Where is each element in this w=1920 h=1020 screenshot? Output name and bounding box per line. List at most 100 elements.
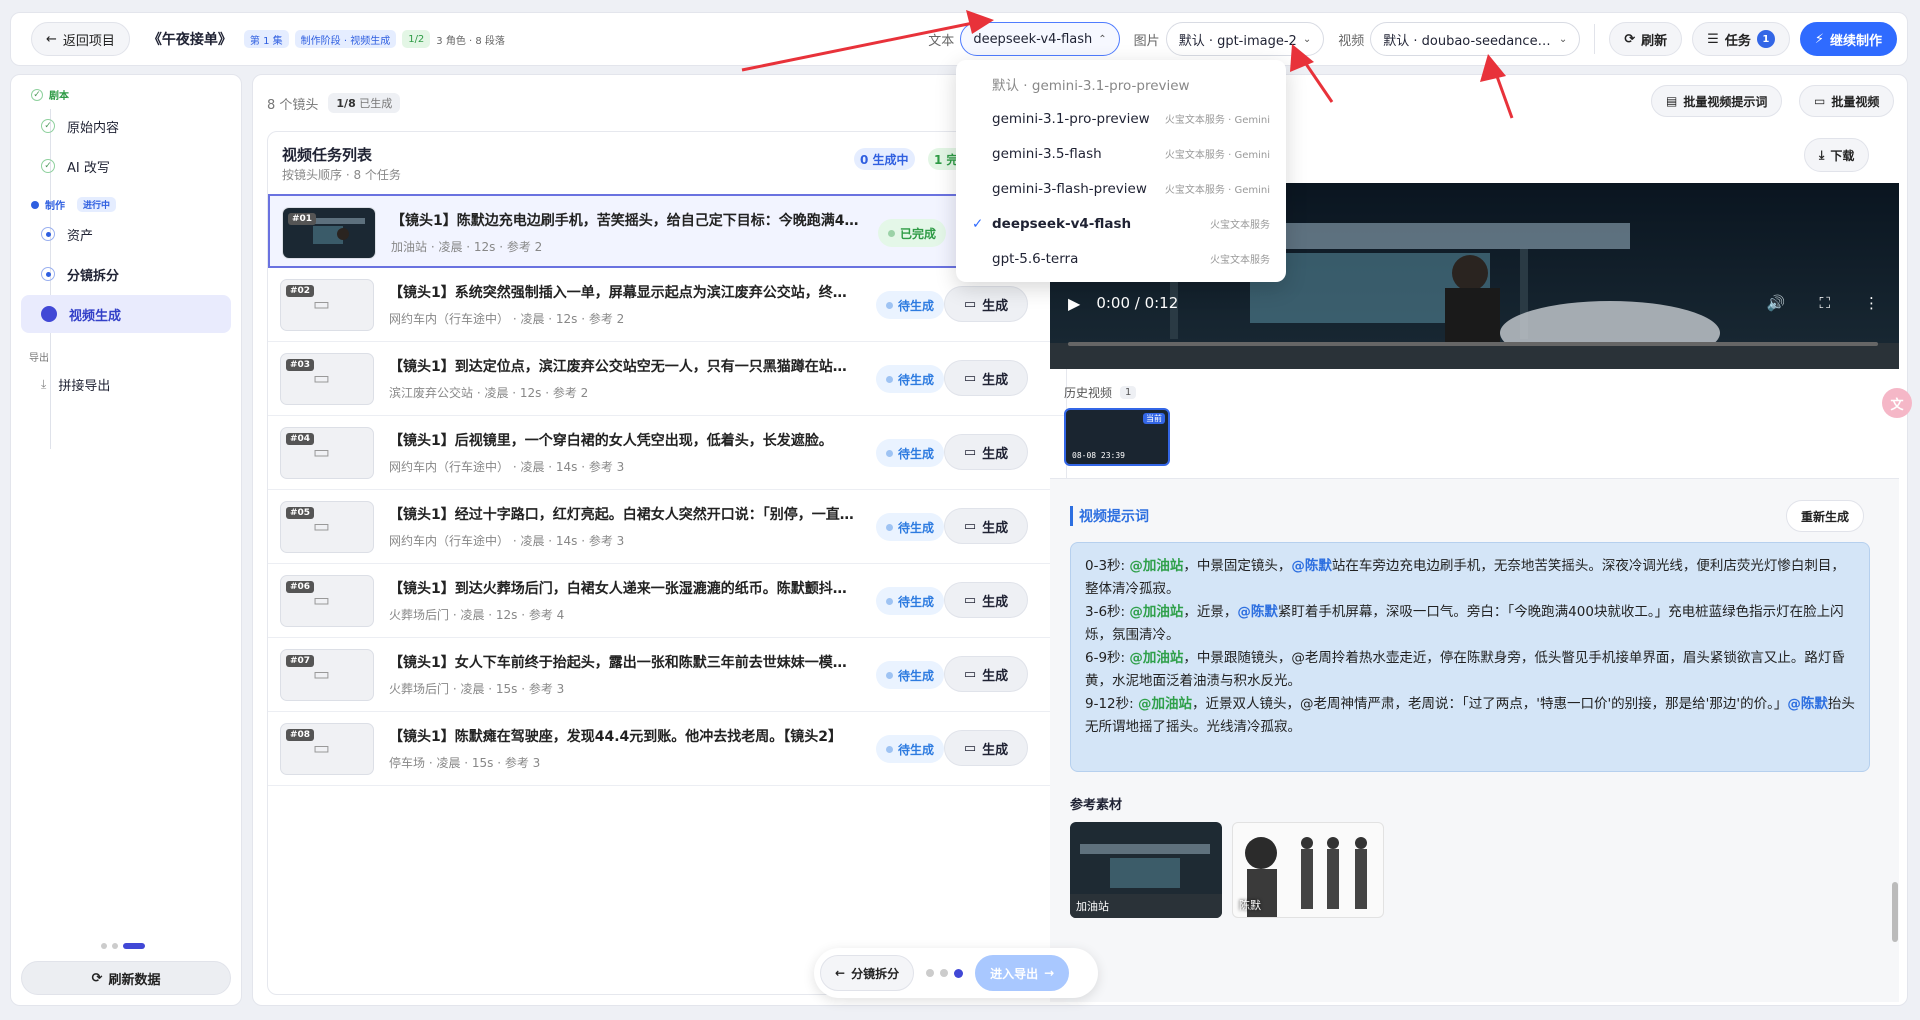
task-row[interactable]: ▭ #05 【镜头1】经过十字路口，红灯亮起。白裙女人突然开口说：「别停，一直往前开… (268, 490, 1066, 564)
video-model-select[interactable]: 默认 · doubao-seedance-2-0-fa... ⌄ (1370, 22, 1581, 56)
generate-button[interactable]: ▭ 生成 (944, 286, 1028, 322)
shot-meta: 网约车内（行车途中） · 凌晨 · 14s · 参考 3 (389, 534, 625, 548)
mention-location: @加油站 (1129, 604, 1184, 620)
history-thumb[interactable]: 当前 08-08 23:39 (1064, 408, 1170, 466)
generate-button[interactable]: ▭ 生成 (944, 656, 1028, 692)
refresh-button[interactable]: ⟳ 刷新 (1609, 22, 1683, 56)
shot-title: 【镜头1】后视镜里，一个穿白裙的女人凭空出现，低着头，长发遮脸。 (389, 433, 833, 449)
ref-label: 陈默 (1239, 899, 1261, 912)
section-export: 导出 (29, 353, 49, 364)
sidebar-item-video[interactable]: 视频生成 (21, 295, 231, 333)
shot-meta: 滨江废弃公交站 · 凌晨 · 12s · 参考 2 (389, 386, 589, 400)
status-badge: 待生成 (876, 735, 945, 763)
refresh-data-button[interactable]: ⟳ 刷新数据 (21, 961, 231, 995)
sidebar-item-storyboard[interactable]: 分镜拆分 (21, 255, 231, 293)
task-row[interactable]: ▭#02【镜头1】系统突然强制插入一单，屏幕显示起点为滨江废弃公交站，终点是城南… (268, 268, 1066, 342)
prompt-line: 3-6秒: @加油站，近景，@陈默紧盯着手机屏幕，深吸一口气。旁白：「今晚跑满4… (1085, 604, 1844, 643)
dropdown-option[interactable]: gemini-3-flash-preview 火宝文本服务 · Gemini (956, 171, 1286, 206)
mention-location: @加油站 (1129, 558, 1184, 574)
back-storyboard-button[interactable]: ← 分镜拆分 (820, 955, 915, 991)
history-section: 历史视频 1 (1064, 384, 1137, 401)
more-icon[interactable]: ⋮ (1864, 294, 1879, 312)
progress-badge: 1/2 (402, 30, 431, 48)
shot-meta: 网约车内（行车途中） · 凌晨 · 14s · 参考 3 (389, 460, 625, 474)
shot-meta: 网约车内（行车途中） · 凌晨 · 12s · 参考 2 (389, 312, 625, 326)
task-row[interactable]: ▭ #07 【镜头1】女人下车前终于抬起头，露出一张和陈默三年前去世妹妹一模一样的脸… (268, 638, 1066, 712)
generate-button[interactable]: ▭ 生成 (944, 582, 1028, 618)
continue-button[interactable]: ⚡ 继续制作 (1799, 22, 1897, 56)
fullscreen-icon[interactable]: ⛶ (1819, 294, 1830, 312)
status-badge: 待生成 (876, 661, 945, 689)
pager-dots (101, 943, 145, 949)
scrollbar[interactable] (1892, 882, 1898, 942)
download-button[interactable]: ⤓ 下载 (1804, 138, 1870, 172)
sidebar-item-original[interactable]: ✓ 原始内容 (21, 107, 231, 145)
shot-meta: 加油站 · 凌晨 · 12s · 参考 2 (391, 240, 543, 254)
task-row[interactable]: ▭ #04 【镜头1】后视镜里，一个穿白裙的女人凭空出现，低着头，长发遮脸。 网约车内… (268, 416, 1066, 490)
dropdown-option[interactable]: gemini-3.1-pro-preview 火宝文本服务 · Gemini (956, 101, 1286, 136)
regenerate-button[interactable]: 重新生成 (1786, 500, 1865, 532)
sidebar: ✓ 剧本 ✓ 原始内容 ✓ AI 改写 制作 进行中 资产 分镜拆分 视频生成 … (10, 74, 242, 1006)
shot-thumb: ▭ #05 (280, 501, 374, 553)
dropdown-option[interactable]: ✓ deepseek-v4-flash 火宝文本服务 (956, 206, 1286, 241)
shot-title: 【镜头1】到达定位点，滨江废弃公交站空无一人，只有一只黑猫蹲在站牌下。 (389, 359, 859, 375)
generate-button[interactable]: ▭ 生成 (944, 508, 1028, 544)
text-model-select[interactable]: deepseek-v4-flash ⌃ (960, 22, 1120, 56)
shot-thumb: #01 (282, 207, 376, 259)
task-list-card: 视频任务列表 按镜头顺序 · 8 个任务 0 生成中 1 完成 #01 【镜头1】… (267, 131, 1067, 995)
footer-nav: ← 分镜拆分 进入导出 → (814, 948, 1098, 998)
prompt-line: 0-3秒: @加油站，中景固定镜头，@陈默站在车旁边充电边刷手机，无奈地苦笑摇头… (1085, 558, 1845, 597)
dropdown-option[interactable]: 默认 · gemini-3.1-pro-preview (956, 66, 1286, 101)
play-icon[interactable]: ▶ (1068, 294, 1080, 313)
mention-character: @陈默 (1787, 696, 1828, 712)
back-button[interactable]: ← 返回项目 (31, 22, 130, 56)
arrow-left-icon: ← (835, 966, 846, 980)
task-row[interactable]: #01 【镜头1】陈默边充电边刷手机，苦笑摇头，给自己定下目标：今晚跑满400块就… (268, 194, 1066, 268)
shot-tag: #01 (288, 213, 317, 225)
step-dots (926, 968, 964, 978)
image-model-select[interactable]: 默认 · gpt-image-2 ⌄ (1165, 22, 1325, 56)
task-row[interactable]: ▭ #08 【镜头1】陈默瘫在驾驶座，发现44.4元到账。他冲去找老周。【镜头2】停… (268, 712, 1066, 786)
sidebar-item-export[interactable]: ⤓ 拼接导出 (21, 365, 231, 403)
sidebar-item-rewrite[interactable]: ✓ AI 改写 (21, 147, 231, 185)
task-row[interactable]: ▭ #06 【镜头1】到达火葬场后门，白裙女人递来一张湿漉漉的纸币。陈默颤抖着接过。… (268, 564, 1066, 638)
status-badge: 待生成 (876, 365, 945, 393)
dropdown-option[interactable]: gpt-5.6-terra 火宝文本服务 (956, 241, 1286, 276)
batch-prompt-button[interactable]: ▤ 批量视频提示词 (1651, 85, 1783, 117)
status-badge: 已完成 (878, 219, 947, 247)
shot-title: 【镜头1】经过十字路口，红灯亮起。白裙女人突然开口说：「别停，一直往前开。」 (389, 507, 859, 523)
seek-bar[interactable] (1068, 342, 1878, 346)
generate-button[interactable]: ▭ 生成 (944, 730, 1028, 766)
active-step-icon (41, 306, 57, 322)
shot-title: 【镜头1】陈默边充电边刷手机，苦笑摇头，给自己定下目标：今晚跑满400块就收工。 (391, 213, 861, 229)
ref-label: 加油站 (1076, 900, 1109, 913)
ref-item-station[interactable]: 加油站 (1070, 822, 1222, 918)
task-row[interactable]: ▭ #03 【镜头1】到达定位点，滨江废弃公交站空无一人，只有一只黑猫蹲在站牌下。滨… (268, 342, 1066, 416)
shot-thumb: ▭ #07 (280, 649, 374, 701)
ref-item-chenmo[interactable]: 陈默 (1232, 822, 1384, 918)
video-camera-icon: ▭ (313, 738, 331, 759)
batch-video-button[interactable]: ▭ 批量视频 (1799, 85, 1895, 117)
tasks-button[interactable]: ☰ 任务 1 (1692, 22, 1790, 56)
dropdown-option[interactable]: gemini-3.5-flash 火宝文本服务 · Gemini (956, 136, 1286, 171)
next-export-button[interactable]: 进入导出 → (975, 955, 1070, 991)
shot-thumb: ▭ #04 (280, 427, 374, 479)
shot-tag: #04 (286, 433, 315, 445)
list-title: 视频任务列表 (282, 146, 373, 164)
counts-text: 3 角色 · 8 段落 (436, 35, 505, 47)
status-badge: 待生成 (876, 291, 945, 319)
sidebar-item-assets[interactable]: 资产 (21, 215, 231, 253)
generate-button[interactable]: ▭ 生成 (944, 434, 1028, 470)
video-camera-icon: ▭ (313, 590, 331, 611)
text-model-dropdown: 默认 · gemini-3.1-pro-preview gemini-3.1-pr… (956, 60, 1286, 282)
image-model-label: 图片 (1133, 33, 1160, 49)
translate-icon[interactable]: 文 (1882, 388, 1912, 418)
document-icon: ▤ (1666, 94, 1678, 108)
shot-title: 【镜头1】女人下车前终于抬起头，露出一张和陈默三年前去世妹妹一模一样的脸。 (389, 655, 859, 671)
chevron-up-icon: ⌃ (1098, 33, 1107, 45)
shot-tag: #06 (286, 581, 315, 593)
shot-title: 【镜头1】到达火葬场后门，白裙女人递来一张湿漉漉的纸币。陈默颤抖着接过。 (389, 581, 859, 597)
volume-icon[interactable]: 🔊 (1767, 294, 1786, 312)
prompt-box[interactable]: 0-3秒: @加油站，中景固定镜头，@陈默站在车旁边充电边刷手机，无奈地苦笑摇头… (1070, 542, 1870, 772)
generate-button[interactable]: ▭ 生成 (944, 360, 1028, 396)
